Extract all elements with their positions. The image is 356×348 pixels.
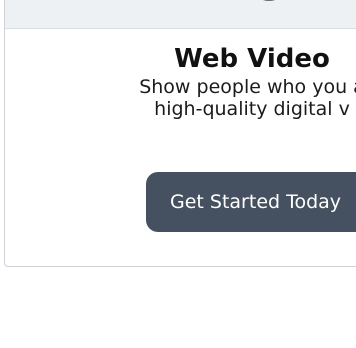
card-description: Show people who you a high-quality digit… <box>5 76 356 120</box>
web-video-card: Web Video Show people who you a high-qua… <box>4 0 356 267</box>
get-started-button[interactable]: Get Started Today <box>146 172 356 232</box>
card-description-line-2: high-quality digital v <box>154 98 350 120</box>
page: Web Video Show people who you a high-qua… <box>0 0 356 348</box>
play-icon[interactable] <box>241 0 297 13</box>
card-media-area <box>5 0 356 29</box>
card-title: Web Video <box>174 44 330 74</box>
card-description-line-1: Show people who you a <box>139 76 356 98</box>
